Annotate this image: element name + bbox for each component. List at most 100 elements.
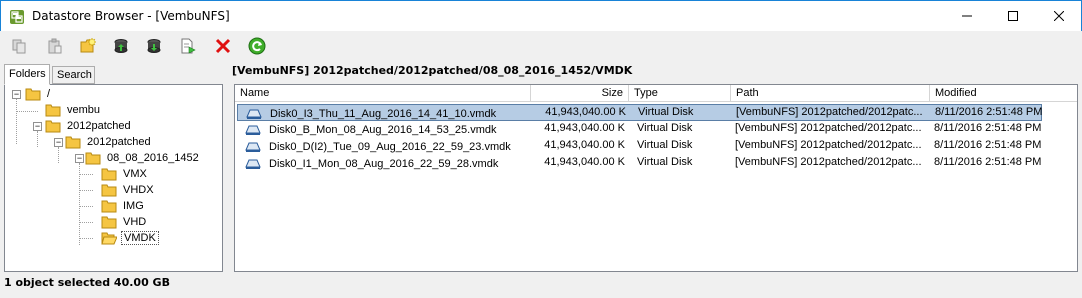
collapse-toggle[interactable]: − — [33, 122, 42, 131]
table-row[interactable]: Disk0_B_Mon_08_Aug_2016_14_53_25.vmdk 41… — [237, 121, 1042, 138]
tree-item-label: VMDK — [121, 231, 159, 245]
folder-icon — [101, 184, 117, 197]
tree-connector — [79, 163, 80, 245]
close-icon — [1054, 11, 1064, 21]
tree-item-label: 08_08_2016_1452 — [107, 152, 199, 164]
file-path: [VembuNFS] 2012patched/2012patc... — [735, 156, 922, 168]
file-size: 41,943,040.00 K — [544, 139, 625, 151]
close-button[interactable] — [1036, 1, 1082, 31]
folder-icon — [45, 104, 61, 117]
column-header-row: Name Size Type Path Modified — [235, 85, 1077, 102]
tree-item-label: vembu — [67, 104, 101, 116]
tree-connector — [79, 222, 93, 223]
new-folder-button[interactable] — [78, 35, 100, 57]
tree-connector — [16, 98, 17, 144]
tree-connector — [79, 174, 93, 175]
download-button[interactable] — [143, 35, 165, 57]
tree-item-label: / — [47, 88, 51, 100]
delete-icon — [215, 38, 231, 54]
delete-button[interactable] — [212, 35, 234, 57]
virtual-disk-icon — [245, 125, 261, 135]
tree-item-vhd[interactable]: VHD — [101, 214, 148, 230]
file-modified: 8/11/2016 2:51:48 PM — [935, 106, 1043, 118]
file-path: [VembuNFS] 2012patched/2012patc... — [736, 106, 923, 118]
paste-icon — [48, 38, 62, 54]
tree-item-root[interactable]: / — [25, 86, 52, 102]
tree-item-vembu[interactable]: vembu — [45, 102, 102, 118]
tree-connector — [58, 147, 59, 163]
folder-icon — [101, 200, 117, 213]
minimize-icon — [962, 15, 972, 17]
name-cell: Disk0_I1_Mon_08_Aug_2016_22_59_28.vmdk — [245, 156, 535, 171]
folder-icon — [45, 120, 61, 133]
new-folder-icon — [80, 37, 97, 53]
tree-item-label: 2012patched — [87, 136, 151, 148]
folder-icon — [85, 152, 101, 165]
copy-button[interactable] — [8, 35, 30, 57]
download-icon — [147, 39, 161, 53]
column-header-modified[interactable]: Modified — [930, 85, 1077, 102]
table-row[interactable]: Disk0_D(I2)_Tue_09_Aug_2016_22_59_23.vmd… — [237, 138, 1042, 155]
file-path: [VembuNFS] 2012patched/2012patc... — [735, 139, 922, 151]
file-name: Disk0_I3_Thu_11_Aug_2016_14_41_10.vmdk — [270, 107, 497, 120]
refresh-button[interactable] — [246, 35, 268, 57]
file-modified: 8/11/2016 2:51:48 PM — [934, 139, 1042, 151]
file-size: 41,943,040.00 K — [544, 156, 625, 168]
vsphere-app-icon — [10, 10, 24, 24]
tree-item-08-08-2016-1452[interactable]: 08_08_2016_1452 — [85, 150, 201, 166]
tree-item-vmdk[interactable]: VMDK — [101, 230, 159, 246]
tab-folders[interactable]: Folders — [4, 64, 50, 85]
upload-button[interactable] — [110, 35, 132, 57]
collapse-toggle[interactable]: − — [75, 154, 84, 163]
column-header-path[interactable]: Path — [731, 85, 930, 102]
name-cell: Disk0_I3_Thu_11_Aug_2016_14_41_10.vmdk — [246, 106, 536, 121]
folder-icon — [25, 88, 41, 101]
window-title: Datastore Browser - [VembuNFS] — [32, 9, 230, 23]
tree-item-2012patched-nested[interactable]: 2012patched — [65, 134, 153, 150]
virtual-disk-icon — [245, 142, 261, 152]
column-header-type[interactable]: Type — [629, 85, 731, 102]
tree-item-label: VHDX — [123, 184, 154, 196]
file-name: Disk0_B_Mon_08_Aug_2016_14_53_25.vmdk — [269, 123, 497, 136]
file-name: Disk0_D(I2)_Tue_09_Aug_2016_22_59_23.vmd… — [269, 140, 511, 153]
file-list: Name Size Type Path Modified Disk0_I3_Th… — [234, 84, 1078, 272]
tree-connector — [79, 238, 93, 239]
table-row[interactable]: Disk0_I1_Mon_08_Aug_2016_22_59_28.vmdk 4… — [237, 155, 1042, 172]
maximize-icon — [1008, 11, 1018, 21]
virtual-disk-icon — [246, 109, 262, 119]
tab-search[interactable]: Search — [52, 66, 95, 84]
paste-button[interactable] — [44, 35, 66, 57]
folder-tree: − / vembu − 2012patched − 2012patched − … — [4, 84, 223, 272]
tree-item-label: 2012patched — [67, 120, 131, 132]
file-size: 41,943,040.00 K — [544, 122, 625, 134]
folder-icon — [101, 168, 117, 181]
collapse-toggle[interactable]: − — [12, 90, 21, 99]
folder-icon — [65, 136, 81, 149]
copy-icon — [12, 39, 26, 54]
maximize-button[interactable] — [990, 1, 1036, 31]
status-bar: 1 object selected 40.00 GB — [4, 276, 170, 289]
table-row[interactable]: Disk0_I3_Thu_11_Aug_2016_14_41_10.vmdk 4… — [237, 104, 1042, 121]
tree-connector — [37, 131, 38, 147]
register-vm-icon — [181, 38, 196, 54]
file-path: [VembuNFS] 2012patched/2012patc... — [735, 122, 922, 134]
file-size: 41,943,040.00 K — [545, 106, 626, 118]
tree-item-img[interactable]: IMG — [101, 198, 146, 214]
collapse-toggle[interactable]: − — [54, 138, 63, 147]
file-type: Virtual Disk — [637, 156, 693, 168]
tree-connector — [16, 111, 38, 112]
tree-item-vmx[interactable]: VMX — [101, 166, 149, 182]
upload-icon — [114, 39, 128, 53]
minimize-button[interactable] — [944, 1, 990, 31]
refresh-icon — [248, 37, 266, 55]
tree-connector — [79, 206, 93, 207]
open-folder-icon — [101, 232, 117, 245]
tree-item-label: VMX — [123, 168, 147, 180]
column-header-size[interactable]: Size — [531, 85, 629, 102]
name-cell: Disk0_D(I2)_Tue_09_Aug_2016_22_59_23.vmd… — [245, 139, 535, 154]
tree-item-vhdx[interactable]: VHDX — [101, 182, 156, 198]
column-header-name[interactable]: Name — [235, 85, 531, 102]
title-bar: Datastore Browser - [VembuNFS] — [0, 0, 1082, 31]
tree-item-2012patched[interactable]: 2012patched — [45, 118, 133, 134]
register-vm-button[interactable] — [177, 35, 199, 57]
